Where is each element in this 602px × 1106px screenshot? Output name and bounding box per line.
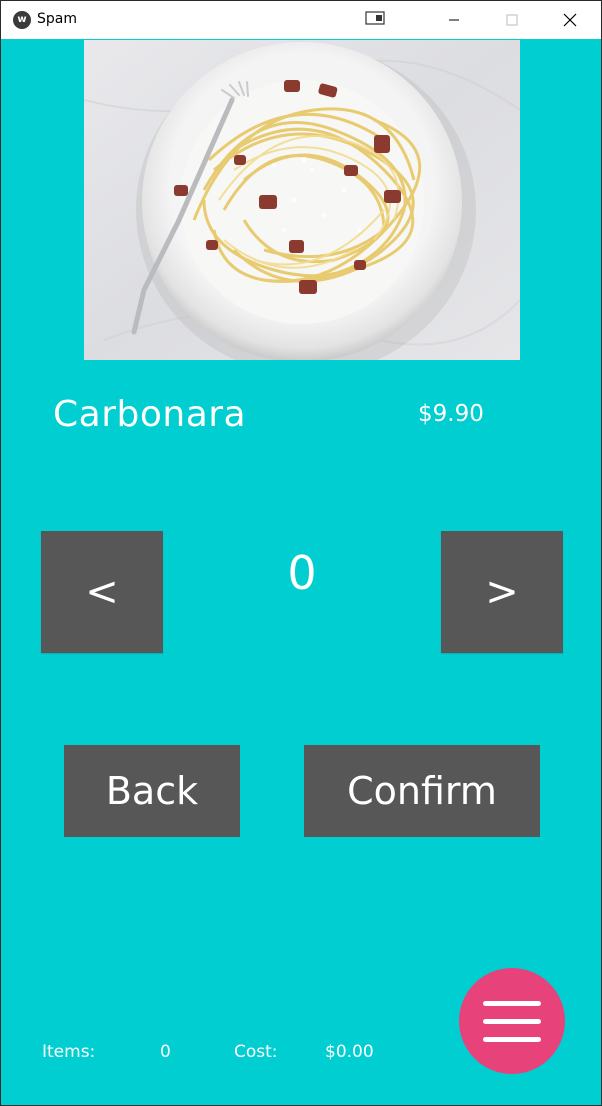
menu-button[interactable] — [459, 968, 565, 1074]
item-price: $9.90 — [418, 401, 484, 427]
cost-label: Cost: — [234, 1042, 278, 1062]
minimize-icon — [449, 19, 459, 21]
cost-value: $0.00 — [325, 1042, 374, 1062]
carbonara-photo — [84, 40, 520, 360]
hamburger-menu-icon — [483, 1018, 541, 1024]
minimize-button[interactable] — [425, 1, 483, 39]
decrement-button[interactable]: < — [41, 531, 163, 653]
confirm-button[interactable]: Confirm — [304, 745, 540, 837]
items-label: Items: — [42, 1042, 96, 1062]
snap-layout-icon[interactable] — [365, 11, 385, 25]
back-button[interactable]: Back — [64, 745, 240, 837]
close-icon — [563, 13, 577, 27]
close-button[interactable] — [541, 1, 599, 39]
maximize-button[interactable] — [483, 1, 541, 39]
window-title: Spam — [37, 11, 77, 27]
increment-button[interactable]: > — [441, 531, 563, 653]
hamburger-menu-icon — [483, 1000, 541, 1006]
title-bar: w Spam — [1, 1, 601, 39]
food-image — [84, 40, 520, 360]
items-count: 0 — [160, 1042, 171, 1062]
item-name: Carbonara — [53, 394, 247, 435]
maximize-icon — [506, 14, 518, 26]
app-window: w Spam Carbonara $9.90 < 0 > Back Confir… — [0, 0, 602, 1106]
quantity-value: 0 — [287, 546, 317, 600]
app-icon: w — [13, 11, 31, 29]
hamburger-menu-icon — [483, 1036, 541, 1042]
